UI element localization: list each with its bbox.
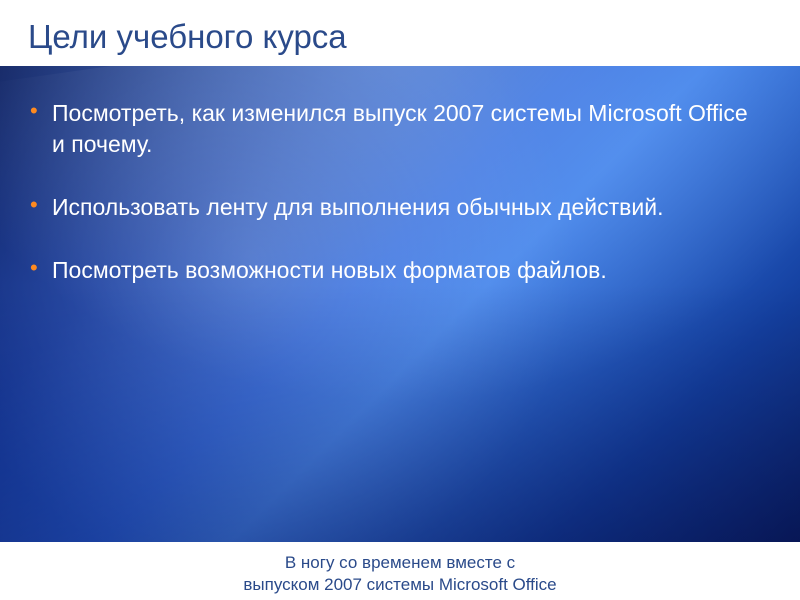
slide-footer: В ногу со временем вместе с выпуском 200… xyxy=(0,542,800,600)
bullet-text: Посмотреть возможности новых форматов фа… xyxy=(52,257,607,283)
list-item: Посмотреть возможности новых форматов фа… xyxy=(48,255,760,286)
bullet-text: Использовать ленту для выполнения обычны… xyxy=(52,194,664,220)
footer-line-2: выпуском 2007 системы Microsoft Office xyxy=(0,574,800,596)
list-item: Использовать ленту для выполнения обычны… xyxy=(48,192,760,223)
slide-body: Посмотреть, как изменился выпуск 2007 си… xyxy=(0,66,800,550)
list-item: Посмотреть, как изменился выпуск 2007 си… xyxy=(48,98,760,160)
footer-line-1: В ногу со временем вместе с xyxy=(0,552,800,574)
bullet-list: Посмотреть, как изменился выпуск 2007 си… xyxy=(0,66,800,286)
slide-title: Цели учебного курса xyxy=(0,0,800,66)
bullet-text: Посмотреть, как изменился выпуск 2007 си… xyxy=(52,100,748,157)
